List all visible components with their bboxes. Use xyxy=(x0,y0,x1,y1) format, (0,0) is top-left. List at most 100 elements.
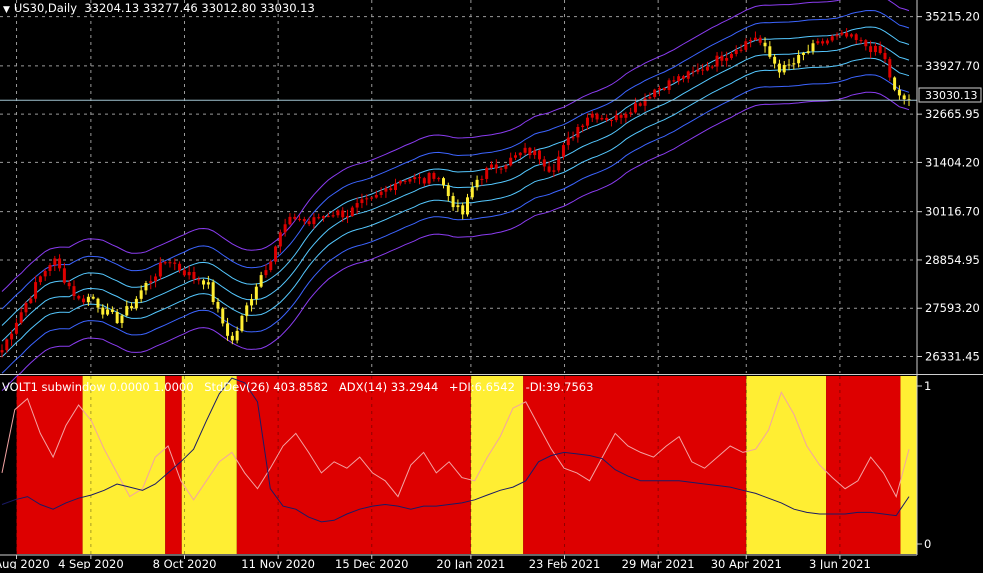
time-tick-label: 23 Feb 2021 xyxy=(529,557,601,569)
candle-body xyxy=(202,280,206,285)
candle-body xyxy=(312,217,316,225)
price-axis-panel xyxy=(917,0,983,555)
red-zone xyxy=(16,376,83,554)
candle-body xyxy=(77,295,81,299)
red-zone xyxy=(523,376,747,554)
candle-body xyxy=(427,173,431,184)
candle-body xyxy=(254,286,258,300)
collapse-triangle-icon[interactable]: ▼ xyxy=(3,5,10,15)
candle-body xyxy=(518,152,522,156)
candle-body xyxy=(418,177,422,179)
candle-body xyxy=(547,166,551,172)
candle-body xyxy=(163,262,167,264)
indicator-header: VOLT1 subwindow 0.0000 1.0000 StdDev(26)… xyxy=(2,380,600,394)
candle-body xyxy=(705,66,709,71)
candle-body xyxy=(96,298,100,308)
candle-body xyxy=(101,307,105,315)
candle-body xyxy=(605,117,609,121)
yellow-zone xyxy=(181,376,237,554)
candle-body xyxy=(29,298,33,304)
candle-body xyxy=(14,322,18,334)
candle-body xyxy=(67,282,71,287)
yellow-zone xyxy=(82,376,166,554)
candle-body xyxy=(288,216,292,225)
candle-body xyxy=(442,178,446,186)
candle-body xyxy=(633,103,637,113)
chart-area[interactable]: 35215.20 33927.70 32665.95 31404.20 30116.70… xyxy=(0,0,983,571)
candle-body xyxy=(600,117,604,120)
candle-body xyxy=(192,271,196,279)
yellow-zone xyxy=(900,376,917,554)
candle-body xyxy=(0,350,4,353)
ohlc-low: 33012.80 xyxy=(201,1,257,15)
symbol-ohlc-header: ▼ US30,Daily 33204.13 33277.46 33012.80 3… xyxy=(0,1,315,15)
candle-body xyxy=(763,42,767,47)
candle-body xyxy=(269,261,273,271)
candle-body xyxy=(283,224,287,233)
candle-body xyxy=(648,97,652,99)
candle-body xyxy=(350,207,354,217)
candle-body xyxy=(513,155,517,158)
candle-body xyxy=(130,306,134,309)
time-tick-label: 4 Sep 2020 xyxy=(58,557,124,569)
price-tick-label: 28854.95 xyxy=(925,253,980,267)
candle-body xyxy=(566,137,570,146)
candle-body xyxy=(849,34,853,37)
candle-body xyxy=(585,117,589,126)
candle-body xyxy=(403,180,407,182)
candle-body xyxy=(557,156,561,171)
candle-body xyxy=(773,56,777,64)
candle-body xyxy=(360,199,364,204)
time-tick-label: 8 Aug 2020 xyxy=(0,557,50,569)
candle-body xyxy=(346,216,350,218)
candle-body xyxy=(629,112,633,114)
candle-body xyxy=(168,262,172,264)
indicator-tick-label: 0 xyxy=(924,537,931,551)
time-tick-label: 20 Jan 2021 xyxy=(436,557,505,569)
candle-body xyxy=(293,216,297,219)
candle-body xyxy=(768,46,772,57)
candle-body xyxy=(394,183,398,191)
candle-body xyxy=(120,315,124,324)
candle-body xyxy=(139,290,143,299)
candle-body xyxy=(370,197,374,199)
candle-body xyxy=(537,150,541,160)
candle-body xyxy=(43,270,47,277)
candle-body xyxy=(494,164,498,169)
candle-body xyxy=(504,165,508,169)
candle-body xyxy=(835,34,839,37)
candle-body xyxy=(322,216,326,219)
candle-body xyxy=(811,43,815,52)
candle-body xyxy=(581,125,585,128)
chart-svg[interactable]: 35215.20 33927.70 32665.95 31404.20 30116.70… xyxy=(0,0,983,571)
price-tick-label: 33927.70 xyxy=(925,59,980,73)
candle-body xyxy=(869,46,873,53)
candle-body xyxy=(681,76,685,79)
candle-body xyxy=(178,263,182,271)
candle-body xyxy=(86,296,90,303)
candle-body xyxy=(115,312,119,324)
candle-body xyxy=(379,191,383,195)
candle-body xyxy=(715,55,719,67)
candle-body xyxy=(744,41,748,50)
candle-body xyxy=(830,36,834,41)
candle-body xyxy=(595,113,599,120)
candle-body xyxy=(787,64,791,66)
adx-readout: ADX(14) 33.2944 xyxy=(338,380,439,394)
candle-body xyxy=(173,262,177,264)
candle-body xyxy=(235,330,239,341)
candle-body xyxy=(125,306,129,316)
candle-body xyxy=(259,275,263,287)
candle-body xyxy=(158,262,162,277)
price-tick-label: 27593.20 xyxy=(925,301,980,315)
candle-body xyxy=(446,185,450,197)
candle-body xyxy=(797,54,801,64)
candle-body xyxy=(110,309,114,313)
candle-body xyxy=(317,217,321,219)
candle-body xyxy=(134,298,138,309)
candle-body xyxy=(902,95,906,100)
candle-body xyxy=(182,270,186,276)
red-zone xyxy=(826,376,901,554)
candle-body xyxy=(10,333,14,340)
yellow-zone xyxy=(746,376,827,554)
